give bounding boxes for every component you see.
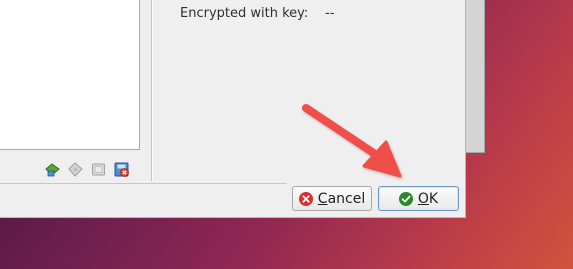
storage-toolbar bbox=[43, 160, 131, 178]
button-row-separator bbox=[0, 183, 287, 184]
add-controller-icon bbox=[45, 162, 60, 176]
cancel-label: Cancel bbox=[317, 190, 366, 207]
storage-tree-list[interactable] bbox=[0, 0, 140, 150]
cancel-icon bbox=[298, 191, 313, 206]
remove-controller-icon bbox=[114, 162, 129, 177]
add-controller-button[interactable] bbox=[43, 160, 62, 178]
encrypted-with-key-label: Encrypted with key: bbox=[180, 6, 309, 21]
settings-dialog: Encrypted with key: -- Cancel OK bbox=[0, 0, 466, 218]
cancel-button[interactable]: Cancel bbox=[292, 186, 372, 211]
remove-attachment-icon bbox=[92, 163, 105, 175]
checkmark-icon bbox=[398, 191, 413, 206]
ok-button[interactable]: OK bbox=[378, 186, 459, 211]
ok-label: OK bbox=[417, 190, 439, 207]
remove-attachment-button[interactable] bbox=[89, 160, 108, 178]
encrypted-with-key-value: -- bbox=[325, 6, 335, 21]
add-attachment-button[interactable] bbox=[66, 160, 85, 178]
background-window bbox=[466, 0, 485, 153]
add-attachment-icon bbox=[68, 161, 83, 177]
remove-controller-button[interactable] bbox=[112, 160, 131, 178]
panel-splitter[interactable] bbox=[151, 0, 153, 181]
